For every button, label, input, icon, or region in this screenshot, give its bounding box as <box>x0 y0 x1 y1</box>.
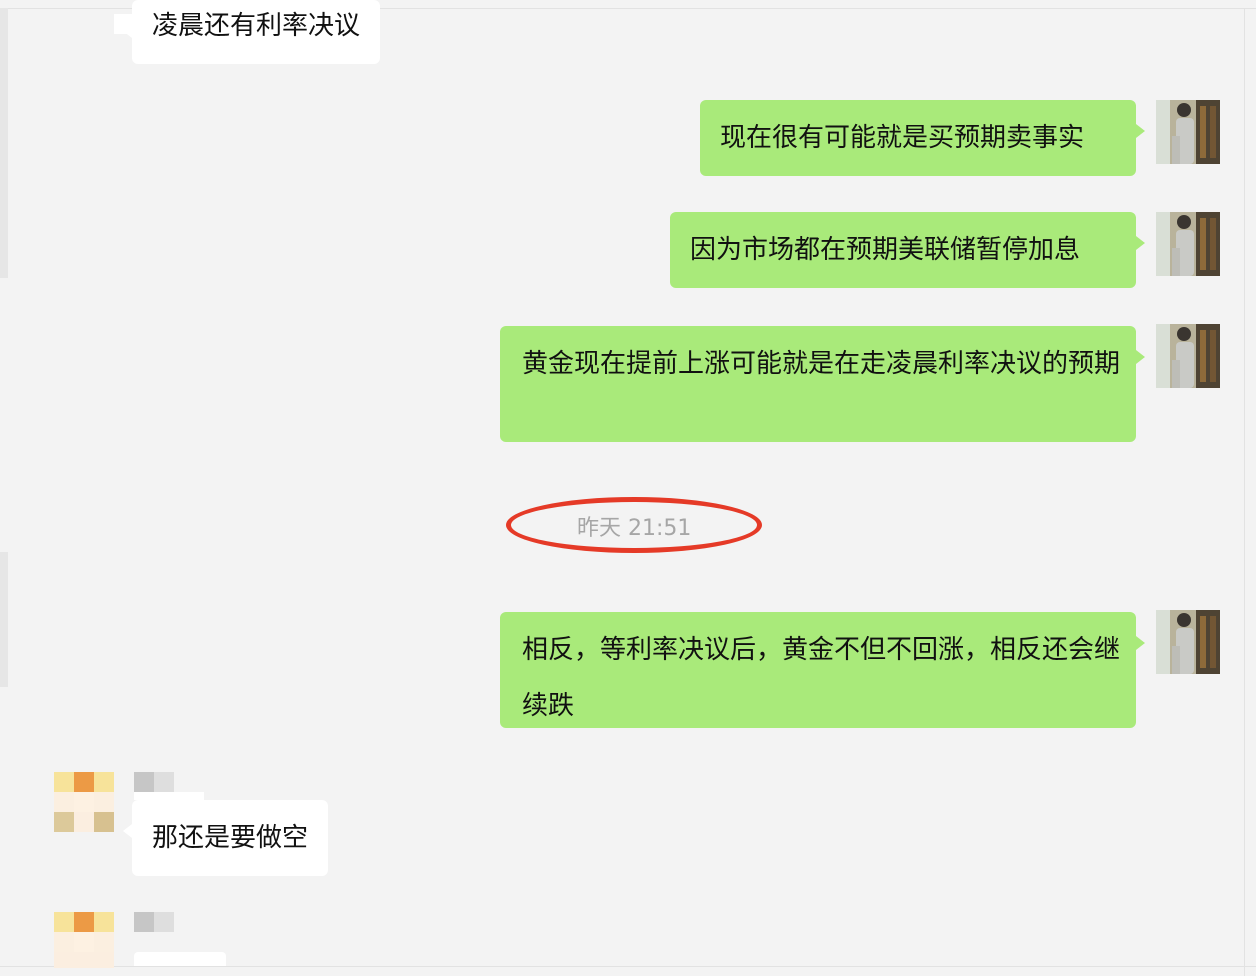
message-text: 黄金现在提前上涨可能就是在走凌晨利率决议的预期 <box>522 349 1121 379</box>
message-bubble-outgoing[interactable]: 因为市场都在预期美联储暂停加息 <box>670 212 1145 288</box>
pixelated-avatar-icon <box>54 772 114 832</box>
message-text: 相反，等利率决议后，黄金不但不回涨，相反还会继续跌 <box>522 635 1121 721</box>
sender-name-blur <box>134 772 154 792</box>
message-text: 现在很有可能就是买预期卖事实 <box>720 123 1085 153</box>
scrollbar-thumb[interactable] <box>0 552 8 687</box>
avatar-me[interactable] <box>1156 324 1220 388</box>
avatar-me[interactable] <box>1156 610 1220 674</box>
bottom-divider <box>0 966 1256 967</box>
message-text: 凌晨还有利率决议 <box>152 11 361 41</box>
message-bubble-incoming[interactable]: 那还是要做空 <box>122 800 329 876</box>
user-photo-icon <box>1156 100 1220 164</box>
annotation-oval <box>506 497 762 553</box>
message-bubble-incoming[interactable] <box>134 952 226 966</box>
sender-name-blur <box>134 912 154 932</box>
message-bubble-outgoing[interactable]: 黄金现在提前上涨可能就是在走凌晨利率决议的预期 <box>500 326 1145 442</box>
message-bubble-outgoing[interactable]: 现在很有可能就是买预期卖事实 <box>700 100 1145 176</box>
right-divider <box>1244 8 1245 976</box>
message-bubble-incoming[interactable]: 凌晨还有利率决议 <box>122 0 381 64</box>
user-photo-icon <box>1156 212 1220 276</box>
sender-name-blur <box>134 792 204 800</box>
pixelated-avatar-icon <box>54 912 114 968</box>
sender-name-blur <box>154 912 174 932</box>
avatar-contact[interactable] <box>54 772 114 832</box>
avatar-me[interactable] <box>1156 212 1220 276</box>
user-photo-icon <box>1156 324 1220 388</box>
user-photo-icon <box>1156 610 1220 674</box>
sender-name-blur <box>154 772 174 792</box>
scroll-track[interactable] <box>0 8 8 278</box>
avatar-me[interactable] <box>1156 100 1220 164</box>
message-text: 那还是要做空 <box>152 823 309 853</box>
message-bubble-outgoing[interactable]: 相反，等利率决议后，黄金不但不回涨，相反还会继续跌 <box>500 612 1145 728</box>
avatar-contact[interactable] <box>54 912 114 968</box>
message-text: 因为市场都在预期美联储暂停加息 <box>690 235 1081 265</box>
